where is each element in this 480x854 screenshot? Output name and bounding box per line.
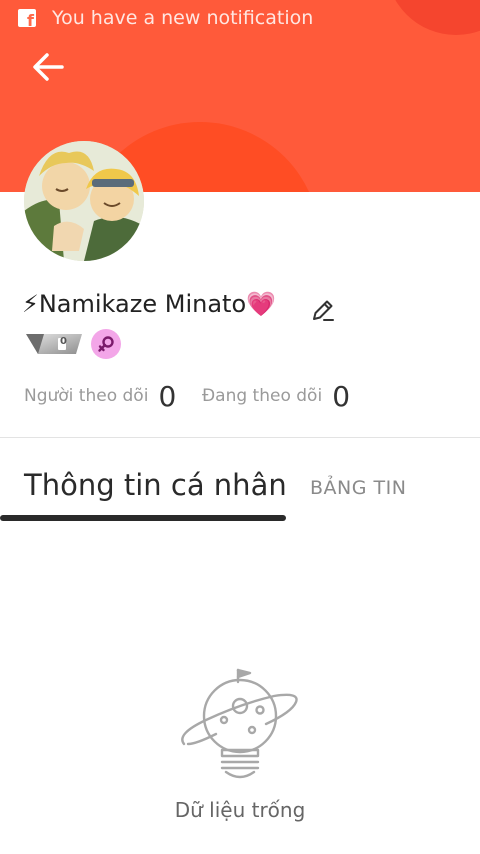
arrow-left-icon (33, 53, 64, 81)
tab-news-feed[interactable]: BẢNG TIN (310, 477, 406, 499)
notification-text: You have a new notification (52, 7, 314, 29)
avatar-image (24, 141, 144, 261)
female-symbol-icon (98, 336, 114, 352)
followers-stat[interactable]: Người theo dõi 0 (24, 376, 176, 416)
avatar[interactable] (24, 141, 144, 261)
divider (0, 437, 480, 438)
tab-personal-info[interactable]: Thông tin cá nhân (24, 468, 287, 502)
back-button[interactable] (28, 46, 70, 88)
followers-count: 0 (158, 379, 177, 413)
profile-screen: f You have a new notification ⚡Namikaze … (0, 0, 480, 854)
status-bar: f You have a new notification (0, 0, 480, 36)
empty-state-text: Dữ liệu trống (174, 798, 306, 822)
following-stat[interactable]: Đang theo dõi 0 (202, 376, 350, 416)
profile-name: ⚡Namikaze Minato💗 (22, 286, 276, 322)
facebook-icon: f (18, 9, 36, 27)
level-badge: 0 (24, 332, 82, 356)
active-tab-indicator (0, 515, 286, 521)
gender-badge (91, 329, 121, 359)
empty-state-illustration (176, 664, 304, 784)
edit-profile-button[interactable] (310, 297, 336, 323)
display-name: ⚡Namikaze Minato💗 (22, 290, 277, 318)
pencil-icon (313, 300, 334, 321)
followers-label: Người theo dõi (24, 386, 149, 406)
following-label: Đang theo dõi (202, 386, 323, 406)
following-count: 0 (332, 379, 351, 413)
planet-lightbulb-icon (181, 668, 298, 779)
level-badge-icon (26, 334, 82, 354)
level-value: 0 (60, 336, 67, 347)
